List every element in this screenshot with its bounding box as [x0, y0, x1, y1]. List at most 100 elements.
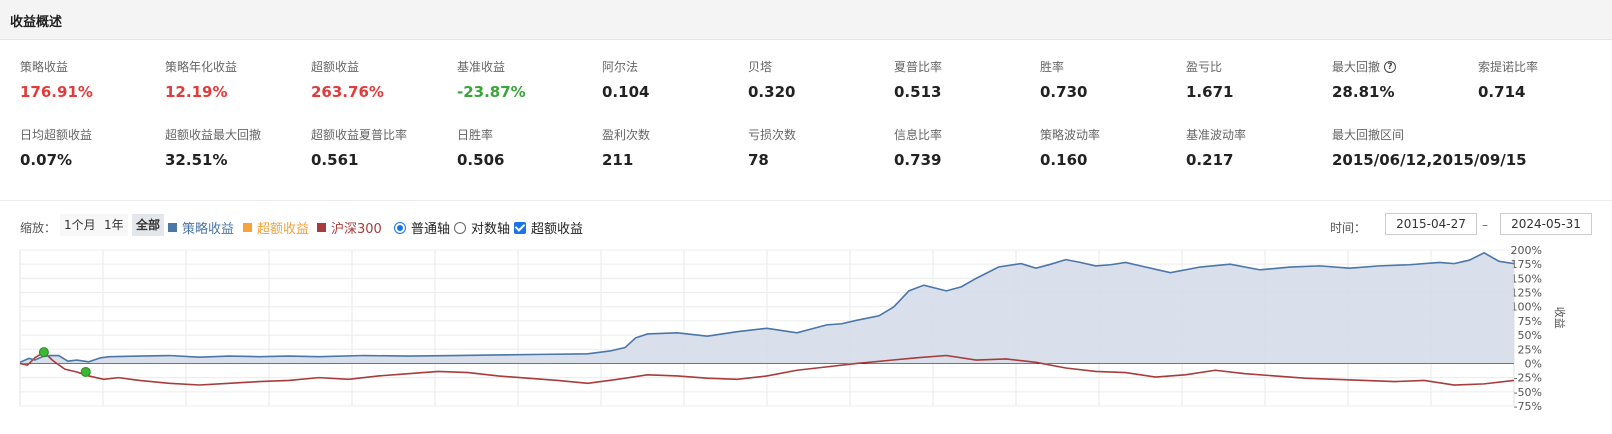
- help-icon[interactable]: ?: [1384, 60, 1397, 73]
- metric-label: 亏损次数: [748, 126, 888, 143]
- metric-value: 1.671: [1186, 83, 1234, 101]
- end-date-input[interactable]: [1500, 213, 1592, 235]
- divider: [0, 200, 1612, 201]
- metric-row1-5: 贝塔 0.320: [748, 58, 888, 101]
- excess-swatch: [243, 223, 252, 232]
- metric-row1-10: 索提诺比率 0.714: [1478, 58, 1612, 101]
- legend-strategy[interactable]: 策略收益: [168, 218, 234, 237]
- metric-label: 基准收益: [457, 58, 597, 75]
- metric-label-text: 亏损次数: [748, 128, 797, 142]
- metric-row2-8: 基准波动率 0.217: [1186, 126, 1326, 169]
- axis-log-radio[interactable]: [454, 221, 466, 234]
- excess-checkbox[interactable]: [514, 221, 526, 234]
- metric-label-text: 盈亏比: [1186, 60, 1223, 74]
- metric-label-text: 超额收益: [311, 60, 360, 74]
- legend-benchmark-label: 沪深300: [331, 222, 382, 237]
- metric-value: 263.76%: [311, 83, 384, 101]
- metric-label-text: 策略收益: [20, 60, 69, 74]
- metric-label-text: 阿尔法: [602, 60, 639, 74]
- metric-value: 0.217: [1186, 151, 1234, 169]
- metric-label-text: 盈利次数: [602, 128, 651, 142]
- metric-value: 176.91%: [20, 83, 93, 101]
- returns-chart[interactable]: 200% 175% 150% 125% 100% 75% 50% 25% 0% -25% -50% -…: [0, 244, 1612, 430]
- metric-value: 12.19%: [165, 83, 228, 101]
- metric-value: -23.87%: [457, 83, 526, 101]
- y-tick-label: 25%: [1518, 343, 1542, 356]
- time-label: 时间：: [1330, 221, 1367, 235]
- zoom-1-month-button[interactable]: 1个月: [60, 214, 100, 236]
- metric-value: 0.561: [311, 151, 359, 169]
- y-tick-label: 75%: [1518, 315, 1542, 328]
- metric-label: 日胜率: [457, 126, 597, 143]
- metric-label: 贝塔: [748, 58, 888, 75]
- metric-row1-6: 夏普比率 0.513: [894, 58, 1034, 101]
- metric-label: 策略年化收益: [165, 58, 305, 75]
- metric-row2-7: 策略波动率 0.160: [1040, 126, 1180, 169]
- y-tick-label: 50%: [1518, 329, 1542, 342]
- chart-toolbar: 缩放： 1个月 1年 全部 策略收益 超额收益 沪深300 普通轴 对数轴 超额…: [0, 212, 1612, 240]
- metric-value: 0.513: [894, 83, 942, 101]
- metric-label: 基准波动率: [1186, 126, 1326, 143]
- axis-normal-radio[interactable]: [394, 221, 406, 234]
- y-tick-label: -75%: [1514, 400, 1542, 413]
- legend-excess-label: 超额收益: [257, 222, 310, 237]
- y-tick-label: 100%: [1511, 301, 1542, 314]
- metric-value: 32.51%: [165, 151, 228, 169]
- metric-label: 夏普比率: [894, 58, 1034, 75]
- metric-value: 78: [748, 151, 769, 169]
- date-range-dash: –: [1482, 218, 1488, 232]
- metric-label: 最大回撤?: [1332, 58, 1472, 75]
- metric-label: 策略波动率: [1040, 126, 1180, 143]
- zoom-1-year-button[interactable]: 1年: [100, 214, 128, 236]
- y-tick-label: 150%: [1511, 272, 1542, 285]
- legend-benchmark[interactable]: 沪深300: [317, 218, 382, 237]
- legend-strategy-label: 策略收益: [182, 222, 235, 237]
- metric-label-text: 日均超额收益: [20, 128, 93, 142]
- metric-label: 超额收益最大回撤: [165, 126, 305, 143]
- y-tick-label: -50%: [1514, 386, 1542, 399]
- returns-chart-svg[interactable]: 200%175%150% 125%100%75%50%25%0% -25%-50%-…: [0, 244, 1612, 430]
- metric-label: 阿尔法: [602, 58, 742, 75]
- metric-row1-1: 策略年化收益 12.19%: [165, 58, 305, 101]
- metric-row1-3: 基准收益 -23.87%: [457, 58, 597, 101]
- metric-row1-9: 最大回撤? 28.81%: [1332, 58, 1472, 101]
- metric-label: 超额收益: [311, 58, 451, 75]
- metric-label: 胜率: [1040, 58, 1180, 75]
- legend-excess[interactable]: 超额收益: [243, 218, 309, 237]
- metric-value: 0.714: [1478, 83, 1526, 101]
- metric-value: 0.739: [894, 151, 942, 169]
- axis-log-label: 对数轴: [471, 222, 511, 237]
- metric-row1-7: 胜率 0.730: [1040, 58, 1180, 101]
- benchmark-swatch: [317, 223, 326, 232]
- metric-label: 超额收益夏普比率: [311, 126, 451, 143]
- axis-log-option[interactable]: 对数轴: [454, 218, 510, 237]
- metric-value: 0.320: [748, 83, 796, 101]
- excess-toggle-label: 超额收益: [531, 222, 584, 237]
- metric-label-text: 夏普比率: [894, 60, 943, 74]
- metric-value: 0.07%: [20, 151, 73, 169]
- metrics-panel: 策略收益 176.91% 策略年化收益 12.19% 超额收益 263.76% 基准收益 -2…: [0, 40, 1612, 200]
- y-tick-label: 175%: [1511, 258, 1542, 271]
- trade-marker: [80, 366, 91, 377]
- strategy-swatch: [168, 223, 177, 232]
- metric-row2-2: 超额收益夏普比率 0.561: [311, 126, 451, 169]
- zoom-label: 缩放：: [20, 221, 57, 235]
- zoom-all-button[interactable]: 全部: [132, 214, 165, 236]
- metric-label: 盈利次数: [602, 126, 742, 143]
- y-tick-label: 200%: [1511, 244, 1542, 257]
- metric-value: 0.730: [1040, 83, 1088, 101]
- metric-label: 最大回撤区间: [1332, 126, 1592, 143]
- trade-marker: [38, 347, 49, 358]
- y-tick-label: 0%: [1525, 357, 1542, 370]
- metric-row2-0: 日均超额收益 0.07%: [20, 126, 160, 169]
- metric-value: 0.506: [457, 151, 505, 169]
- metric-label: 日均超额收益: [20, 126, 160, 143]
- metric-row2-1: 超额收益最大回撤 32.51%: [165, 126, 305, 169]
- metric-label-text: 索提诺比率: [1478, 60, 1539, 74]
- axis-normal-option[interactable]: 普通轴: [394, 218, 450, 237]
- metric-label-text: 信息比率: [894, 128, 943, 142]
- metric-label-text: 策略波动率: [1040, 128, 1101, 142]
- start-date-input[interactable]: [1385, 213, 1477, 235]
- metric-row2-6: 信息比率 0.739: [894, 126, 1034, 169]
- excess-toggle[interactable]: 超额收益: [514, 218, 583, 237]
